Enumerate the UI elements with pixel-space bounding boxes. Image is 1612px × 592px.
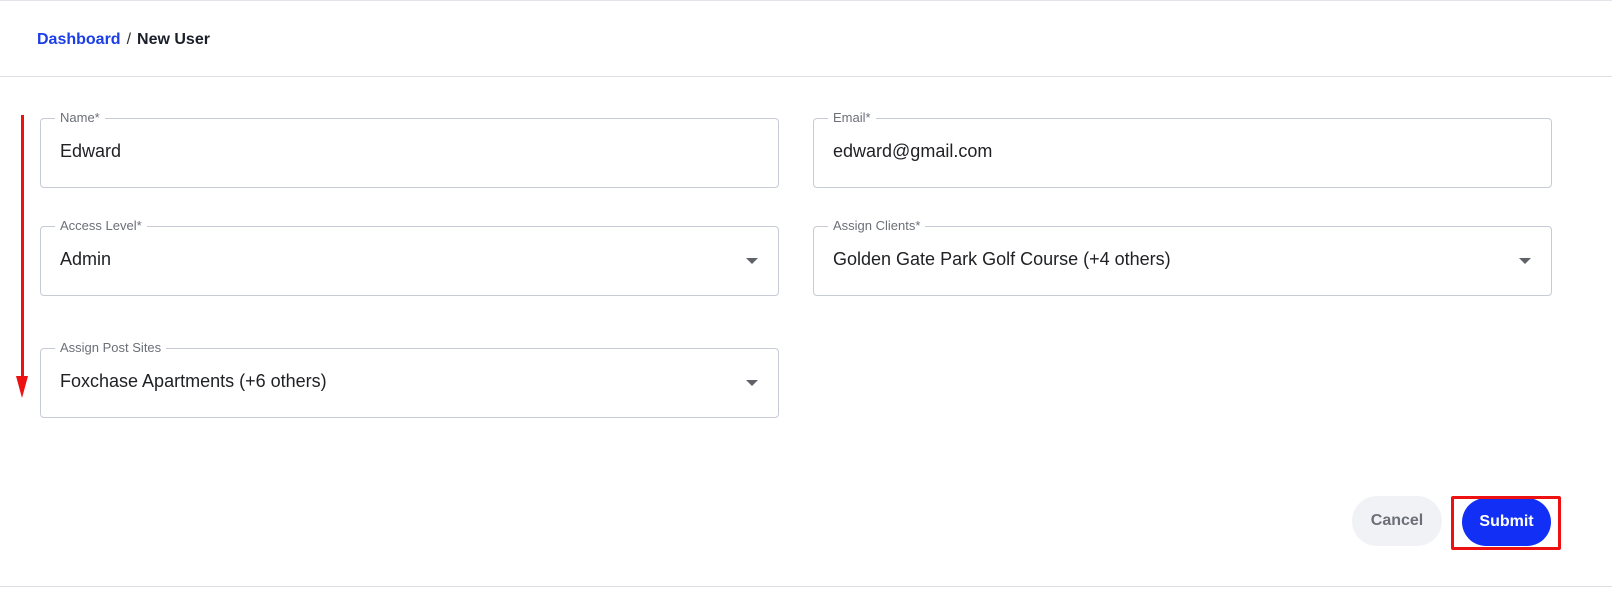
breadcrumb-current: New User [137,31,210,48]
breadcrumb: Dashboard / New User [37,31,210,49]
chevron-down-icon[interactable] [1519,258,1531,264]
name-field-value[interactable]: Edward [60,141,121,162]
cancel-button[interactable]: Cancel [1352,496,1442,546]
submit-button[interactable]: Submit [1462,498,1551,546]
name-field[interactable]: Name* Edward [40,110,779,188]
assign-post-sites-label: Assign Post Sites [55,340,167,356]
scroll-annotation-arrow-line [21,115,24,377]
breadcrumb-separator: / [126,31,132,48]
scroll-annotation-arrow-head [16,376,28,398]
chevron-down-icon[interactable] [746,380,758,386]
access-level-select[interactable]: Access Level* Admin [40,218,779,296]
access-level-label: Access Level* [55,218,147,234]
email-field-label: Email* [828,110,876,126]
page-header: Dashboard / New User [0,1,1612,77]
breadcrumb-dashboard-link[interactable]: Dashboard [37,31,121,49]
assign-post-sites-value: Foxchase Apartments (+6 others) [60,371,327,391]
assign-clients-label: Assign Clients* [828,218,926,234]
access-level-value: Admin [60,249,112,269]
email-field[interactable]: Email* edward@gmail.com [813,110,1552,188]
bottom-divider [0,586,1612,587]
assign-post-sites-select[interactable]: Assign Post Sites Foxchase Apartments (+… [40,340,779,418]
chevron-down-icon[interactable] [746,258,758,264]
assign-clients-value: Golden Gate Park Golf Course (+4 others) [833,249,1171,269]
email-field-value[interactable]: edward@gmail.com [833,141,992,162]
name-field-label: Name* [55,110,105,126]
assign-clients-select[interactable]: Assign Clients* Golden Gate Park Golf Co… [813,218,1552,296]
